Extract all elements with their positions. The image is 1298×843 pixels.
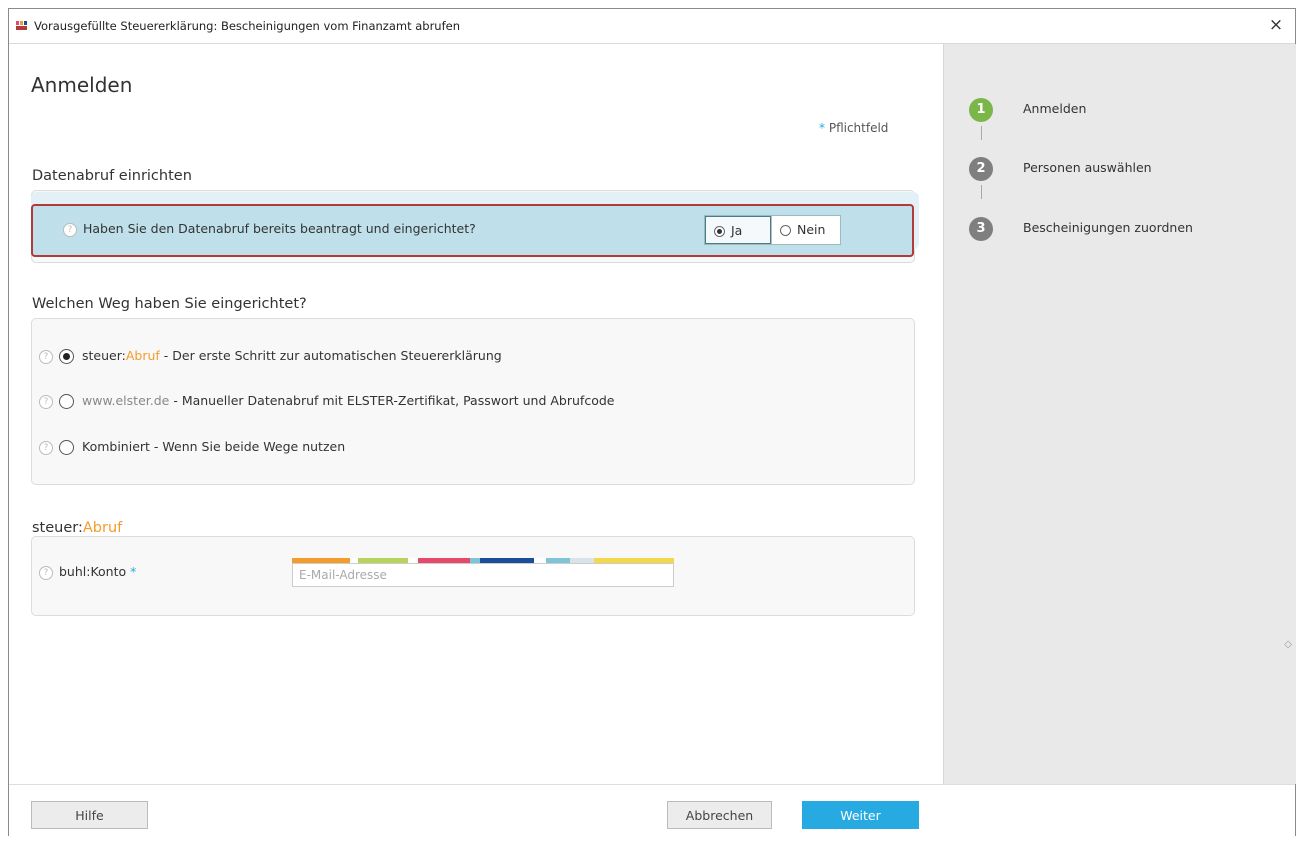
step-panel: 1 Anmelden 2 Personen auswählen 3 Besche…	[943, 44, 1296, 784]
section-heading-weg: Welchen Weg haben Sie eingerichtet?	[32, 296, 307, 312]
required-star: *	[819, 121, 825, 135]
dialog-window: Vorausgefüllte Steuererklärung: Beschein…	[8, 8, 1296, 837]
next-button[interactable]: Weiter	[802, 801, 919, 829]
title-bar: Vorausgefüllte Steuererklärung: Beschein…	[9, 9, 1295, 44]
required-note-text: Pflichtfeld	[828, 121, 889, 135]
email-field-wrapper	[292, 558, 674, 587]
weg-option-steuerabruf[interactable]: ? steuer:Abruf - Der erste Schritt zur au…	[39, 346, 502, 366]
step-label-2: Personen auswählen	[1023, 160, 1152, 175]
footer-bar-right	[943, 784, 1295, 837]
weg-option-elster[interactable]: ? www.elster.de - Manueller Datenabruf mi…	[39, 391, 614, 411]
option-ja-label: Ja	[731, 223, 743, 238]
radio-nein-icon	[780, 225, 791, 236]
weg-option-description: - Manueller Datenabruf mit ELSTER-Zertif…	[169, 393, 615, 408]
option-ja[interactable]: Ja	[705, 216, 771, 244]
step-number-1: 1	[969, 98, 993, 122]
main-content: Anmelden * Pflichtfeld Datenabruf einric…	[9, 44, 943, 784]
required-field-note: * Pflichtfeld	[819, 121, 888, 135]
option-nein[interactable]: Nein	[771, 216, 840, 244]
help-icon[interactable]: ?	[63, 222, 77, 237]
section-heading-datenabruf: Datenabruf einrichten	[32, 168, 192, 184]
datenabruf-question-row: ? Haben Sie den Datenabruf bereits beantr…	[31, 204, 914, 257]
cancel-button[interactable]: Abbrechen	[667, 801, 772, 829]
buhl-app-icon	[16, 21, 28, 31]
footer-bar: Hilfe Abbrechen Weiter	[9, 784, 943, 837]
datenabruf-question: ? Haben Sie den Datenabruf bereits beantr…	[63, 221, 476, 237]
step-connector	[981, 185, 982, 199]
datenabruf-question-text: Haben Sie den Datenabruf bereits beantra…	[83, 221, 476, 236]
radio-selected-icon[interactable]	[59, 349, 74, 364]
weg-option-accent: www.elster.de	[82, 393, 170, 408]
option-nein-label: Nein	[797, 222, 826, 237]
step-number-2: 2	[969, 157, 993, 181]
help-button[interactable]: Hilfe	[31, 801, 148, 829]
steuerabruf-accent: Abruf	[82, 520, 123, 536]
email-input[interactable]	[292, 563, 674, 587]
weg-option-prefix: steuer:	[82, 348, 126, 363]
radio-ja-icon	[714, 226, 725, 237]
help-icon[interactable]: ?	[39, 394, 53, 409]
help-icon[interactable]: ?	[39, 565, 53, 580]
ja-nein-toggle: Ja Nein	[704, 215, 841, 245]
weg-option-accent: Abruf	[125, 348, 160, 363]
step-connector	[981, 126, 982, 140]
step-label-1: Anmelden	[1023, 101, 1087, 116]
buhl-konto-label: ? buhl:Konto *	[39, 564, 136, 580]
step-label-3: Bescheinigungen zuordnen	[1023, 220, 1193, 235]
radio-unselected-icon[interactable]	[59, 440, 74, 455]
window-title: Vorausgefüllte Steuererklärung: Beschein…	[34, 19, 461, 33]
konto-label-text: buhl:Konto	[59, 564, 127, 579]
help-icon[interactable]: ?	[39, 349, 53, 364]
weg-option-accent: Kombiniert	[82, 439, 150, 454]
weg-option-kombiniert[interactable]: ? Kombiniert - Wenn Sie beide Wege nutzen	[39, 437, 345, 457]
step-number-3: 3	[969, 217, 993, 241]
page-title: Anmelden	[31, 73, 133, 97]
help-icon[interactable]: ?	[39, 440, 53, 455]
required-star: *	[130, 564, 137, 579]
close-icon[interactable]: ×	[1265, 14, 1287, 36]
section-heading-steuerabruf: steuer:Abruf	[32, 520, 122, 536]
weg-option-description: - Der erste Schritt zur automatischen St…	[159, 348, 502, 363]
radio-unselected-icon[interactable]	[59, 394, 74, 409]
weg-option-description: - Wenn Sie beide Wege nutzen	[149, 439, 346, 454]
resize-handle-icon[interactable]: ◇	[1284, 639, 1292, 650]
steuerabruf-prefix: steuer:	[32, 520, 83, 536]
